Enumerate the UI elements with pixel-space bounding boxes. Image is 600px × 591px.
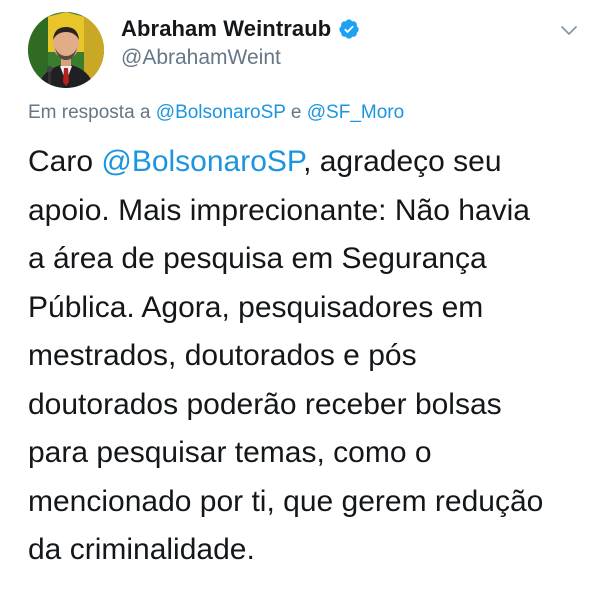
- reply-prefix: Em resposta a: [28, 102, 156, 123]
- tweet-line: Caro @BolsonaroSP, agradeço seu: [28, 138, 588, 187]
- tweet-text-segment: Caro: [28, 145, 102, 178]
- tweet-line: mencionado por ti, que gerem redução: [28, 484, 544, 518]
- tweet-line: mestrados, doutorados e pós: [28, 339, 417, 372]
- tweet-line: para pesquisar temas, como o: [28, 436, 432, 469]
- reply-context: Em resposta a @BolsonaroSP e @SF_Moro: [28, 102, 404, 124]
- tweet-mention-link[interactable]: @BolsonaroSP: [101, 145, 303, 178]
- reply-mention-link[interactable]: @BolsonaroSP: [156, 102, 286, 123]
- tweet-line: da criminalidade.: [28, 533, 255, 566]
- avatar-image: [28, 12, 104, 88]
- tweet-line: Pública. Agora, pesquisadores em: [28, 290, 484, 324]
- tweet-text: Caro @BolsonaroSP, agradeço seu apoio. M…: [28, 138, 588, 575]
- author-avatar[interactable]: [28, 12, 104, 88]
- reply-mention-link[interactable]: @SF_Moro: [307, 102, 404, 123]
- author-display-name[interactable]: Abraham Weintraub: [121, 16, 331, 42]
- verified-badge-icon: [338, 18, 360, 40]
- tweet-line: apoio. Mais imprecionante: Não havia: [28, 193, 530, 227]
- tweet-text-segment: , agradeço seu: [303, 145, 502, 178]
- tweet-line: a área de pesquisa em Segurança: [28, 242, 487, 275]
- tweet-line: doutorados poderão receber bolsas: [28, 387, 502, 421]
- reply-joiner: e: [285, 102, 307, 123]
- chevron-down-icon[interactable]: [560, 24, 578, 36]
- author-name-row[interactable]: Abraham Weintraub: [121, 16, 360, 42]
- author-handle[interactable]: @AbrahamWeint: [121, 46, 281, 70]
